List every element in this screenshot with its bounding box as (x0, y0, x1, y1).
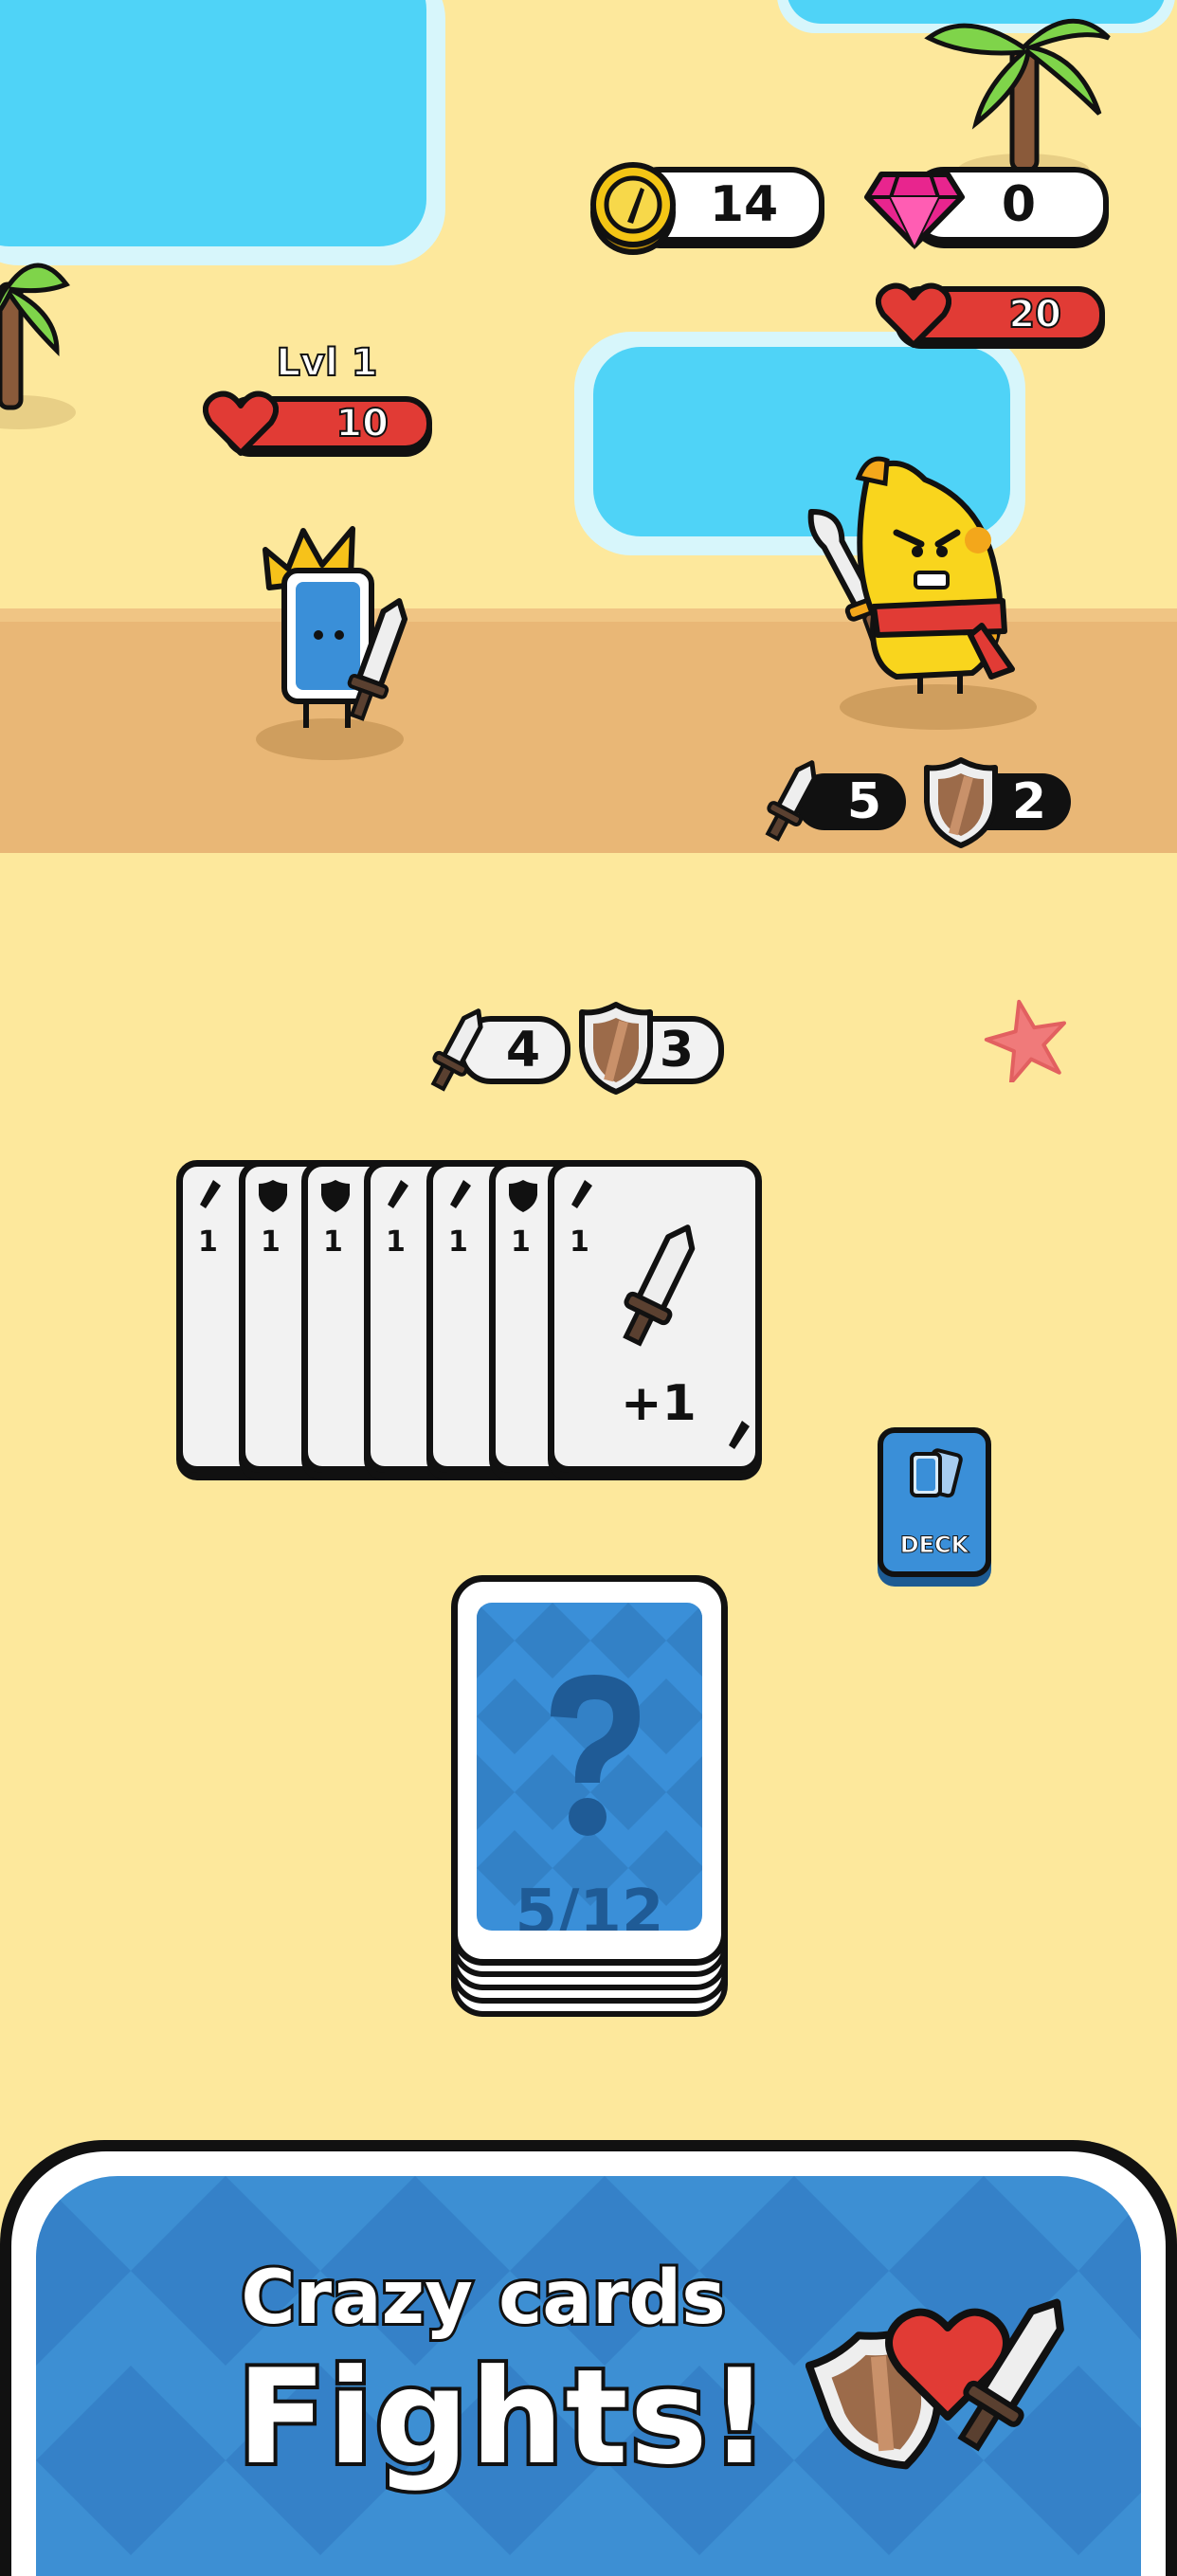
hand-defense-value: 3 (659, 1022, 694, 1079)
enemy-health-value: 20 (1007, 292, 1062, 337)
sword-icon (765, 760, 817, 842)
shield-icon (321, 1180, 350, 1212)
card-value: 1 (386, 1225, 406, 1259)
coin-count: 14 (709, 176, 779, 233)
sword-icon (571, 1180, 592, 1208)
palm-tree (0, 263, 76, 429)
shield-icon (579, 1002, 653, 1095)
heart-icon (203, 390, 279, 456)
deck-label: DECK (899, 1532, 969, 1559)
game-board: 14 0 20 Lvl 1 10 5 2 4 3 1 1 1 1 1 1 1 +… (0, 0, 1177, 2576)
card-bonus: +1 (621, 1375, 697, 1432)
enemy-attack-value: 5 (846, 773, 881, 830)
shield-icon (259, 1180, 287, 1212)
battle-emblem (806, 2298, 1064, 2470)
shield-icon (509, 1180, 537, 1212)
card-value: 1 (511, 1225, 531, 1259)
shield-icon (924, 757, 998, 848)
card-value: 1 (198, 1225, 218, 1259)
banner-line1: Crazy cards (238, 2253, 728, 2344)
sword-icon (450, 1180, 471, 1208)
coin-icon (590, 162, 676, 255)
hand-card-top[interactable]: 1 +1 (548, 1160, 762, 1473)
enemy-defense-value: 2 (1011, 773, 1046, 830)
sword-icon (623, 1225, 696, 1347)
card-back: 5/12 (477, 1603, 702, 1931)
draw-pile-count: 5/12 (515, 1878, 664, 1931)
cards-icon (910, 1448, 963, 1498)
sword-icon (200, 1180, 221, 1208)
card-value: 1 (448, 1225, 468, 1259)
heart-icon (876, 282, 951, 348)
sword-icon (729, 1421, 750, 1449)
gem-icon (864, 172, 965, 250)
player-level: Lvl 1 (275, 340, 378, 386)
player-health-value: 10 (335, 401, 389, 446)
sword-icon (388, 1180, 408, 1208)
starfish (984, 999, 1067, 1082)
card-value: 1 (261, 1225, 281, 1259)
enemy-banana (807, 456, 1037, 730)
draw-pile-top-card[interactable]: 5/12 (451, 1575, 728, 1966)
question-mark (551, 1675, 640, 1836)
card-value: 1 (323, 1225, 343, 1259)
player-card-hero (256, 526, 408, 760)
gem-count: 0 (1001, 176, 1037, 233)
card-value: 1 (570, 1225, 589, 1259)
banner-line2: Fights! (233, 2337, 773, 2497)
deck-button[interactable]: DECK (878, 1427, 991, 1577)
sword-icon (430, 1008, 483, 1092)
palm-tree (924, 18, 1111, 188)
hand-attack-value: 4 (505, 1022, 540, 1079)
